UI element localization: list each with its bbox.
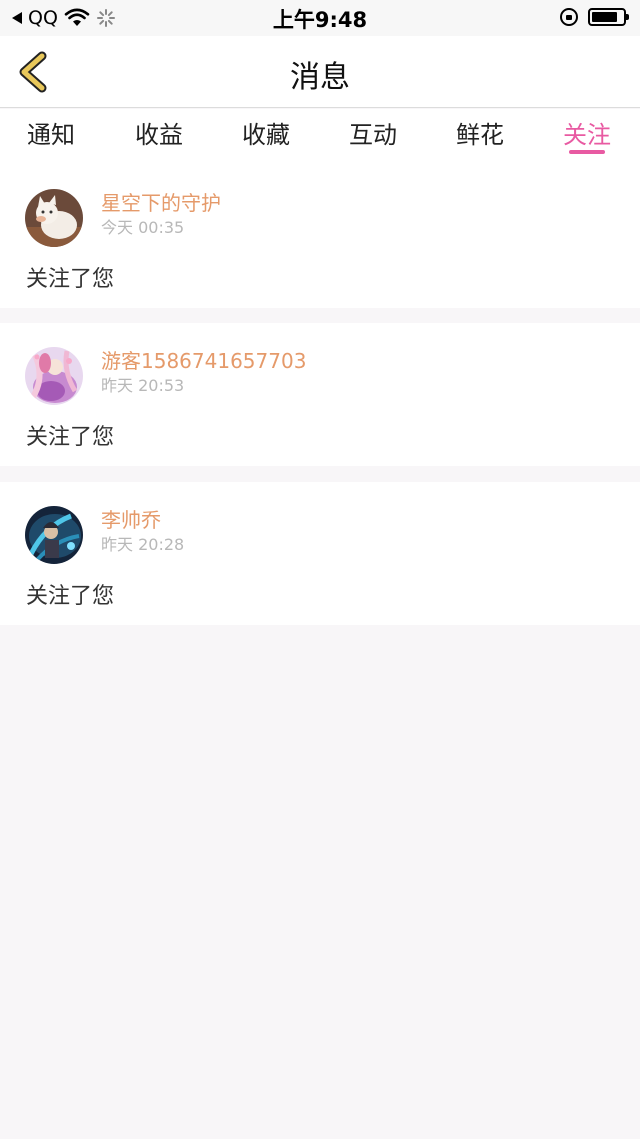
message-card[interactable]: 游客1586741657703 昨天 20:53 关注了您 — [0, 323, 640, 466]
tab-interactions[interactable]: 互动 — [333, 115, 413, 150]
avatar[interactable] — [25, 189, 83, 247]
timestamp: 今天 00:35 — [101, 218, 185, 237]
tab-bar: 通知 收益 收藏 互动 鲜花 关注 — [0, 109, 640, 165]
tab-earnings[interactable]: 收益 — [119, 115, 199, 150]
username[interactable]: 游客1586741657703 — [101, 345, 306, 374]
page-title: 消息 — [290, 60, 350, 95]
nav-bar: 消息 — [0, 36, 640, 108]
message-card[interactable]: 李帅乔 昨天 20:28 关注了您 — [0, 482, 640, 625]
username[interactable]: 星空下的守护 — [101, 187, 221, 216]
message-text: 关注了您 — [26, 584, 115, 609]
active-tab-indicator — [569, 150, 605, 154]
status-time: 上午9:48 — [272, 8, 368, 32]
tab-favorites[interactable]: 收藏 — [226, 115, 306, 150]
timestamp: 昨天 20:53 — [101, 376, 185, 395]
avatar[interactable] — [25, 347, 83, 405]
message-text: 关注了您 — [26, 425, 115, 450]
status-bar: QQ 上午9:48 — [0, 0, 640, 36]
status-right — [560, 8, 629, 26]
message-card[interactable]: 星空下的守护 今天 00:35 关注了您 — [0, 165, 640, 308]
avatar[interactable] — [25, 506, 83, 564]
battery-icon — [588, 8, 629, 26]
orientation-lock-icon — [560, 8, 578, 26]
username[interactable]: 李帅乔 — [101, 504, 161, 533]
tab-notifications[interactable]: 通知 — [11, 115, 91, 150]
message-text: 关注了您 — [26, 267, 115, 292]
tab-flowers[interactable]: 鲜花 — [440, 115, 520, 150]
tab-follows[interactable]: 关注 — [547, 115, 627, 150]
timestamp: 昨天 20:28 — [101, 535, 185, 554]
